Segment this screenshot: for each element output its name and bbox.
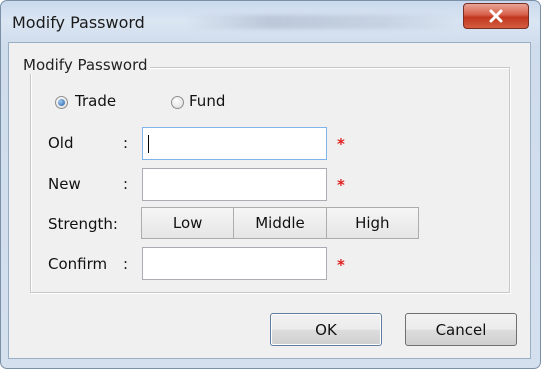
confirm-password-required-mark: *: [337, 256, 345, 274]
window-title: Modify Password: [12, 13, 145, 32]
strength-low: Low: [142, 208, 234, 238]
new-password-colon: :: [123, 175, 129, 193]
strength-high: High: [325, 208, 418, 238]
dialog-client-area: Modify Password Trade Fund Old : * New :…: [8, 42, 531, 359]
group-title: Modify Password: [21, 56, 150, 74]
trade-radio-label[interactable]: Trade: [75, 92, 116, 110]
new-password-label: New: [48, 175, 81, 193]
strength-label: Strength:: [48, 215, 118, 233]
strength-middle: Middle: [233, 208, 326, 238]
new-password-input[interactable]: [142, 168, 327, 201]
trade-radio[interactable]: [55, 96, 68, 109]
password-strength-meter: Low Middle High: [141, 207, 419, 239]
text-caret: [148, 135, 149, 153]
fund-radio-label[interactable]: Fund: [189, 92, 225, 110]
title-bar-background: [186, 15, 466, 29]
fund-radio[interactable]: [171, 96, 184, 109]
close-button[interactable]: [463, 3, 529, 29]
old-password-input[interactable]: [142, 127, 327, 160]
old-password-colon: :: [123, 134, 129, 152]
new-password-required-mark: *: [337, 176, 345, 194]
cancel-button[interactable]: Cancel: [405, 313, 517, 346]
close-icon: [489, 9, 503, 23]
confirm-password-label: Confirm: [48, 255, 108, 273]
old-password-label: Old: [48, 134, 74, 152]
modify-password-dialog: Modify Password Modify Password Trade Fu…: [0, 0, 541, 369]
title-bar[interactable]: Modify Password: [1, 1, 540, 41]
confirm-password-input[interactable]: [142, 247, 327, 280]
old-password-required-mark: *: [337, 135, 345, 153]
confirm-password-colon: :: [123, 255, 129, 273]
ok-button[interactable]: OK: [270, 313, 382, 346]
